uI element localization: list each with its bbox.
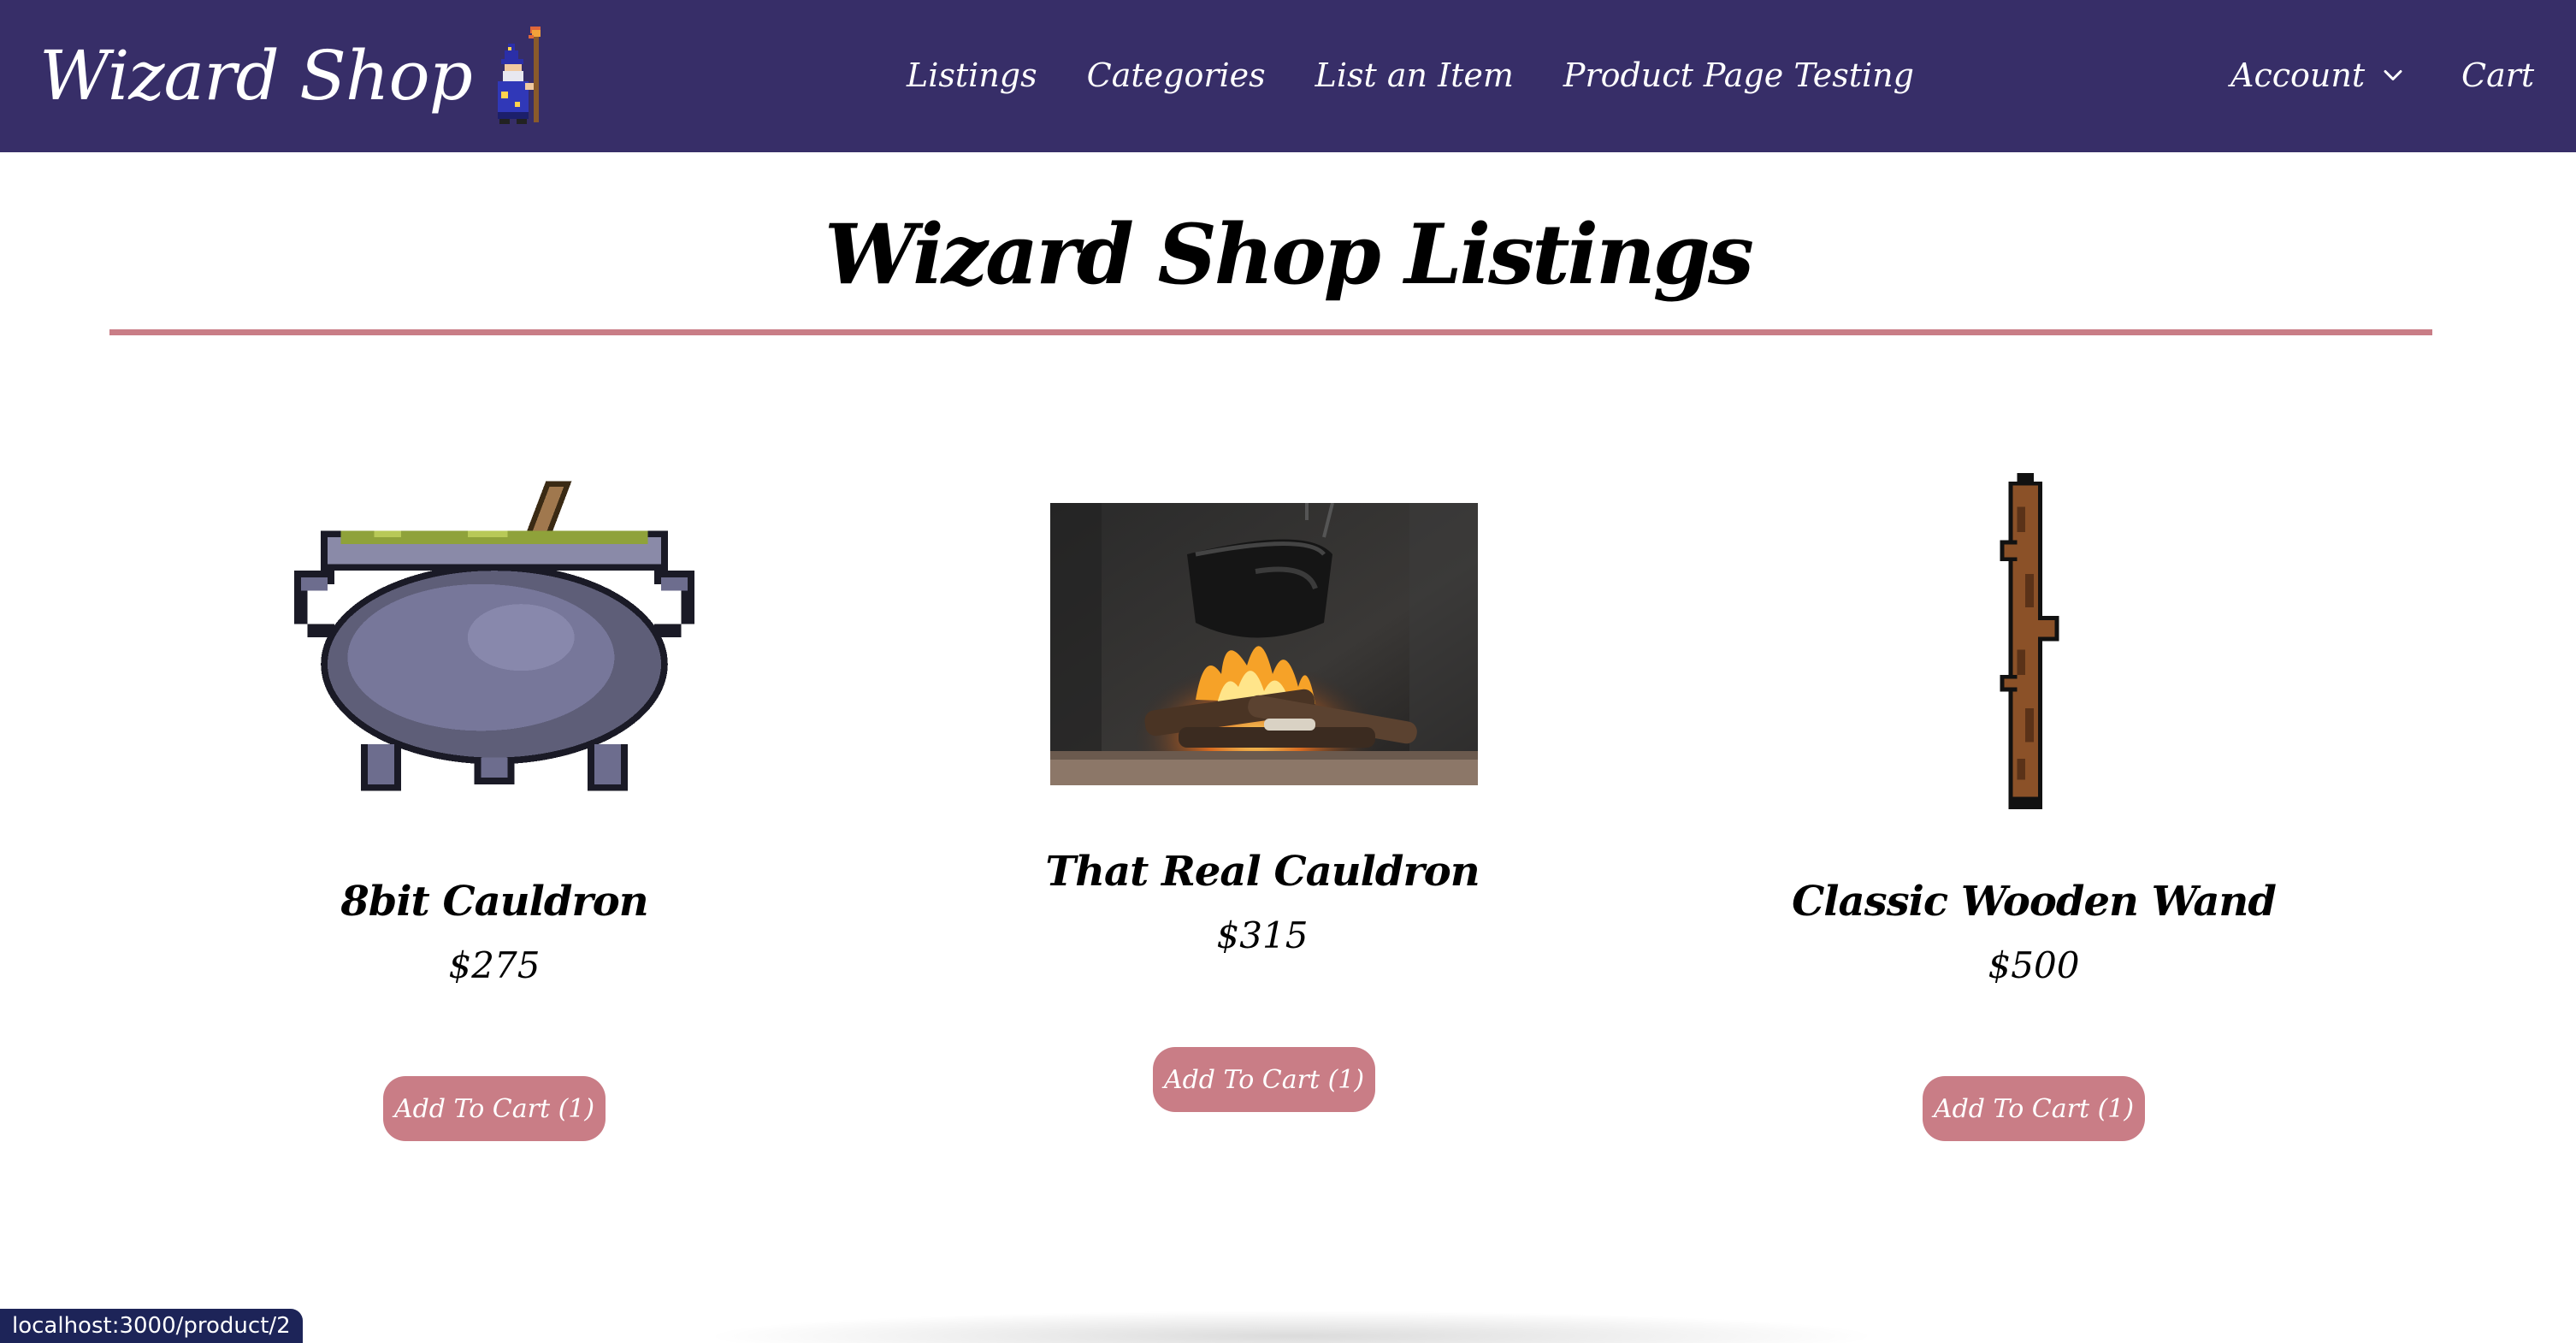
product-price: $275 <box>448 944 541 986</box>
pixel-cauldron-image[interactable] <box>289 477 700 811</box>
product-card[interactable]: That Real Cauldron $315 Add To Cart (1) <box>877 0 1647 1198</box>
product-price: $500 <box>1988 944 2080 986</box>
product-name[interactable]: That Real Cauldron <box>877 851 1647 892</box>
cauldron-over-fire-photo[interactable] <box>1050 503 1478 785</box>
cart-label: Cart <box>2461 56 2535 94</box>
status-bar-url: localhost:3000/product/2 <box>0 1309 303 1343</box>
add-to-cart-button[interactable]: Add To Cart (1) <box>1153 1047 1375 1112</box>
add-to-cart-button[interactable]: Add To Cart (1) <box>1923 1076 2145 1141</box>
product-card[interactable]: Classic Wooden Wand $500 Add To Cart (1) <box>1649 0 2419 1198</box>
pixel-wooden-wand-image[interactable] <box>2000 473 2068 809</box>
product-name[interactable]: Classic Wooden Wand <box>1649 881 2419 922</box>
cart-link[interactable]: Cart <box>2461 48 2534 103</box>
product-card[interactable]: 8bit Cauldron $275 Add To Cart (1) <box>109 0 879 1198</box>
add-to-cart-button[interactable]: Add To Cart (1) <box>383 1076 606 1141</box>
product-name[interactable]: 8bit Cauldron <box>109 881 879 922</box>
product-price: $315 <box>1216 914 1309 956</box>
bottom-shadow <box>701 1310 1882 1343</box>
